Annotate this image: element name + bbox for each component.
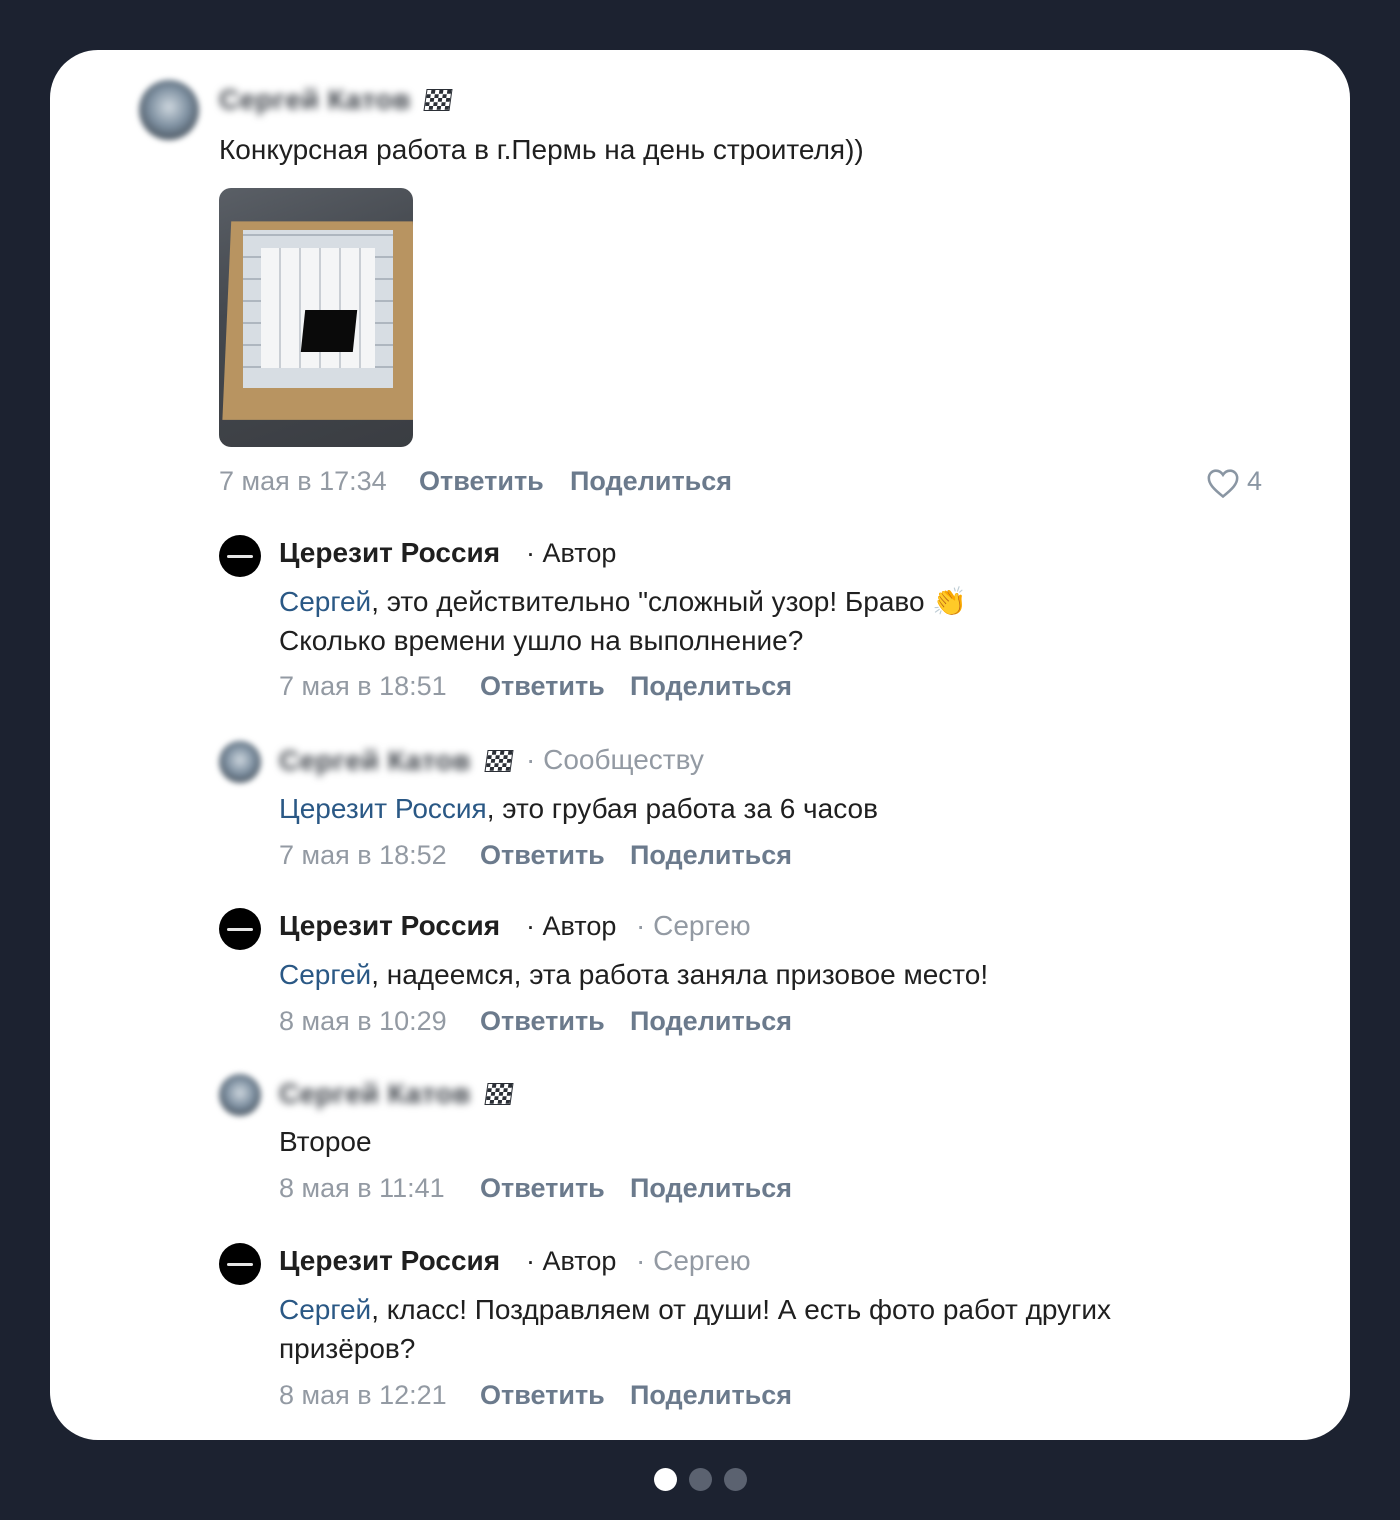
reply-button[interactable]: Ответить [480,1006,605,1037]
ceresit-avatar[interactable] [219,535,261,577]
reply-button[interactable]: Ответить [480,840,605,871]
comment-date[interactable]: 8 мая в 10:29 [279,1006,447,1037]
ceresit-avatar[interactable] [219,908,261,950]
pagination-dots [654,1468,747,1491]
checkered-flag-icon [484,750,514,772]
mention-link[interactable]: Сергей [279,1294,371,1325]
author-badge: · Автор [526,1246,617,1276]
post-text: Конкурсная работа в г.Пермь на день стро… [219,134,864,165]
comment-text: Сергей, надеемся, эта работа заняла приз… [279,959,989,990]
checkered-flag-icon [484,1083,514,1105]
author-badge: · Автор [526,538,617,568]
comment-date[interactable]: 8 мая в 12:21 [279,1380,447,1411]
post-author-avatar[interactable] [139,80,199,140]
comment-text-line2: призёров? [279,1333,416,1364]
reply-target[interactable]: · Сергею [636,1245,751,1277]
reply-button[interactable]: Ответить [480,1380,605,1411]
share-button[interactable]: Поделиться [630,1006,792,1037]
post-date[interactable]: 7 мая в 17:34 [219,466,387,497]
share-button[interactable]: Поделиться [630,1380,792,1411]
post-author-name[interactable]: Сергей Катов [219,84,411,116]
comment-text: Сергей, класс! Поздравляем от души! А ес… [279,1294,1112,1325]
commenter-avatar[interactable] [219,1074,261,1116]
comment-date[interactable]: 7 мая в 18:51 [279,671,447,702]
checkered-flag-icon [423,89,453,111]
comment-author[interactable]: Церезит Россия [279,910,500,942]
comment-text: Второе [279,1126,372,1157]
mention-link[interactable]: Сергей [279,586,371,617]
comment-date[interactable]: 7 мая в 18:52 [279,840,447,871]
share-button[interactable]: Поделиться [630,840,792,871]
share-button[interactable]: Поделиться [630,671,792,702]
heart-icon[interactable] [1206,467,1240,499]
mention-link[interactable]: Церезит Россия [279,793,487,824]
mention-link[interactable]: Сергей [279,959,371,990]
comment-text: Церезит Россия, это грубая работа за 6 ч… [279,793,878,824]
comment-text: Сергей, это действительно "сложный узор!… [279,586,968,617]
post-reply-button[interactable]: Ответить [419,466,544,497]
reply-button[interactable]: Ответить [480,1173,605,1204]
comment-author[interactable]: Церезит Россия [279,537,500,569]
comment-author[interactable]: Церезит Россия [279,1245,500,1277]
comment-author[interactable]: Сергей Катов [279,1078,471,1110]
reply-button[interactable]: Ответить [480,671,605,702]
share-button[interactable]: Поделиться [630,1173,792,1204]
reply-target[interactable]: · Сообществу [526,744,704,776]
pagination-dot-2[interactable] [689,1468,712,1491]
ceresit-avatar[interactable] [219,1243,261,1285]
pagination-dot-3[interactable] [724,1468,747,1491]
author-badge: · Автор [526,911,617,941]
post-share-button[interactable]: Поделиться [570,466,732,497]
reply-target[interactable]: · Сергею [636,910,751,942]
comment-author[interactable]: Сергей Катов [279,745,471,777]
commenter-avatar[interactable] [219,741,261,783]
like-count: 4 [1247,466,1263,496]
post-photo[interactable] [219,188,413,447]
comment-text-line2: Сколько времени ушло на выполнение? [279,625,804,656]
comment-date[interactable]: 8 мая в 11:41 [279,1173,445,1204]
pagination-dot-1[interactable] [654,1468,677,1491]
